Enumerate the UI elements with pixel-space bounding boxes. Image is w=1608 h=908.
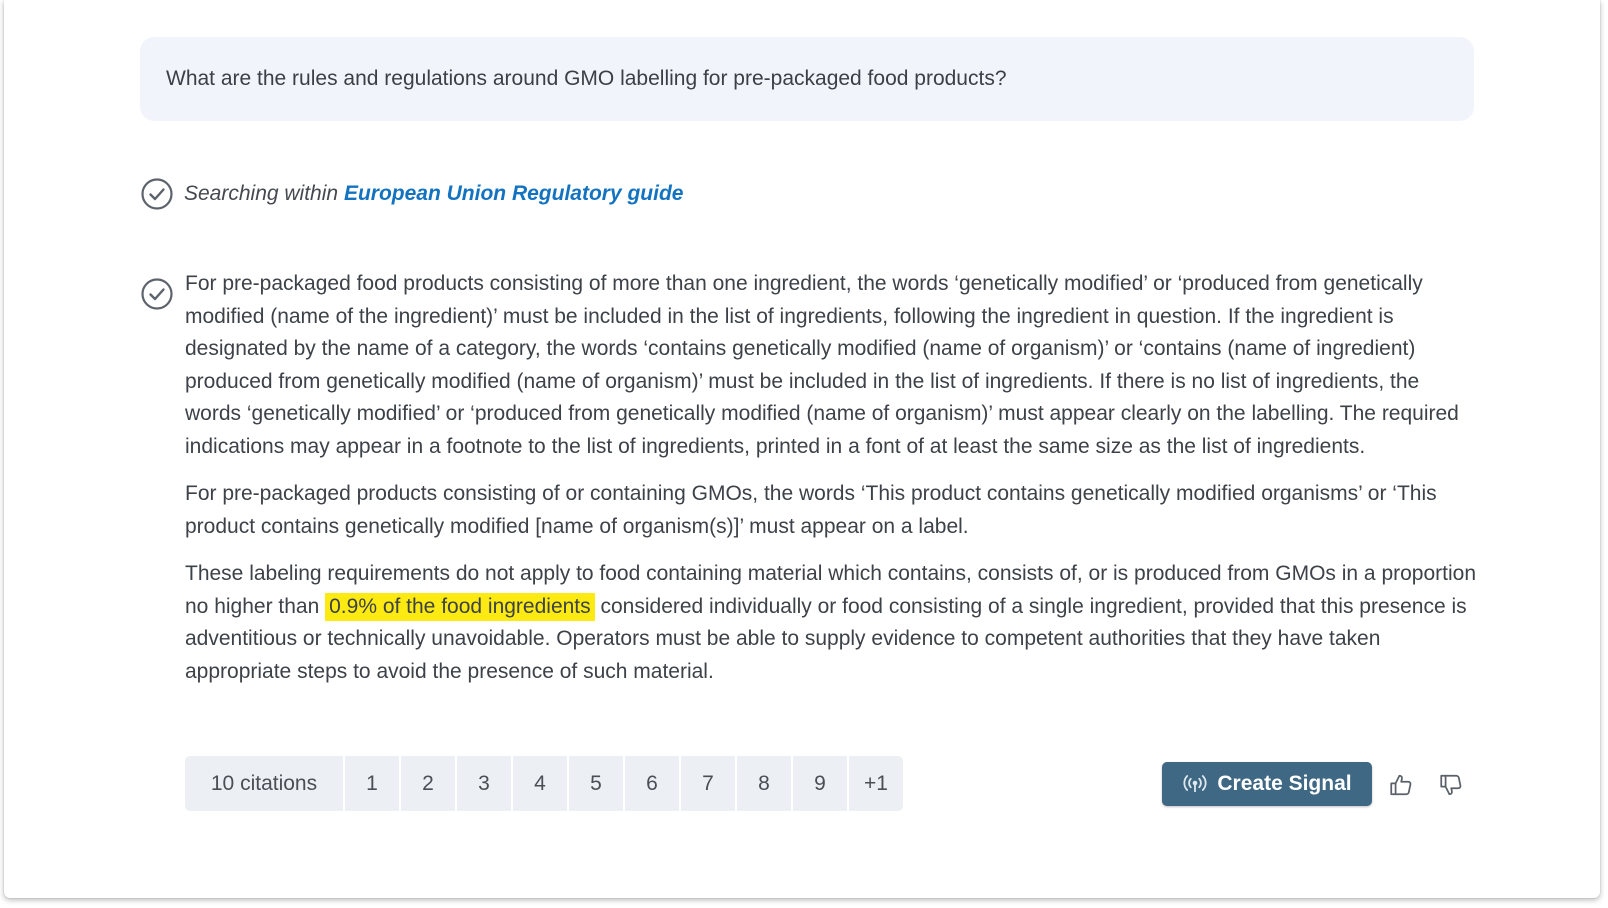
answer-paragraph: For pre-packaged food products consistin… — [185, 272, 1459, 458]
citation-more[interactable]: +1 — [849, 756, 903, 811]
create-signal-label: Create Signal — [1217, 772, 1352, 795]
citation-6[interactable]: 6 — [625, 756, 679, 811]
source-link[interactable]: European Union Regulatory guide — [344, 182, 684, 205]
answer-card: What are the rules and regulations aroun… — [4, 0, 1600, 898]
user-question: What are the rules and regulations aroun… — [140, 37, 1474, 121]
citations-count[interactable]: 10 citations — [185, 756, 343, 811]
search-status-text: Searching within European Union Regulato… — [184, 182, 683, 206]
citation-5[interactable]: 5 — [569, 756, 623, 811]
search-status-prefix: Searching within — [184, 182, 339, 205]
citation-3[interactable]: 3 — [457, 756, 511, 811]
citation-7[interactable]: 7 — [681, 756, 735, 811]
search-status: Searching within European Union Regulato… — [140, 177, 683, 211]
citation-4[interactable]: 4 — [513, 756, 567, 811]
citation-9[interactable]: 9 — [793, 756, 847, 811]
citation-1[interactable]: 1 — [345, 756, 399, 811]
answer-paragraph: These labeling requirements do not apply… — [185, 558, 1481, 688]
answer-body: For pre-packaged food products consistin… — [185, 268, 1481, 703]
check-circle-icon — [141, 278, 173, 310]
create-signal-button[interactable]: Create Signal — [1162, 762, 1372, 806]
answer-paragraph: For pre-packaged products consisting of … — [185, 482, 1437, 538]
citation-8[interactable]: 8 — [737, 756, 791, 811]
check-circle-icon — [141, 178, 173, 210]
thumbs-down-icon[interactable] — [1438, 772, 1464, 798]
citations-bar: 10 citations 1 2 3 4 5 6 7 8 9 +1 — [185, 756, 903, 811]
thumbs-up-icon[interactable] — [1388, 772, 1414, 798]
highlighted-text: 0.9% of the food ingredients — [325, 592, 595, 621]
question-text: What are the rules and regulations aroun… — [166, 67, 1007, 90]
broadcast-icon — [1183, 775, 1207, 792]
citation-2[interactable]: 2 — [401, 756, 455, 811]
